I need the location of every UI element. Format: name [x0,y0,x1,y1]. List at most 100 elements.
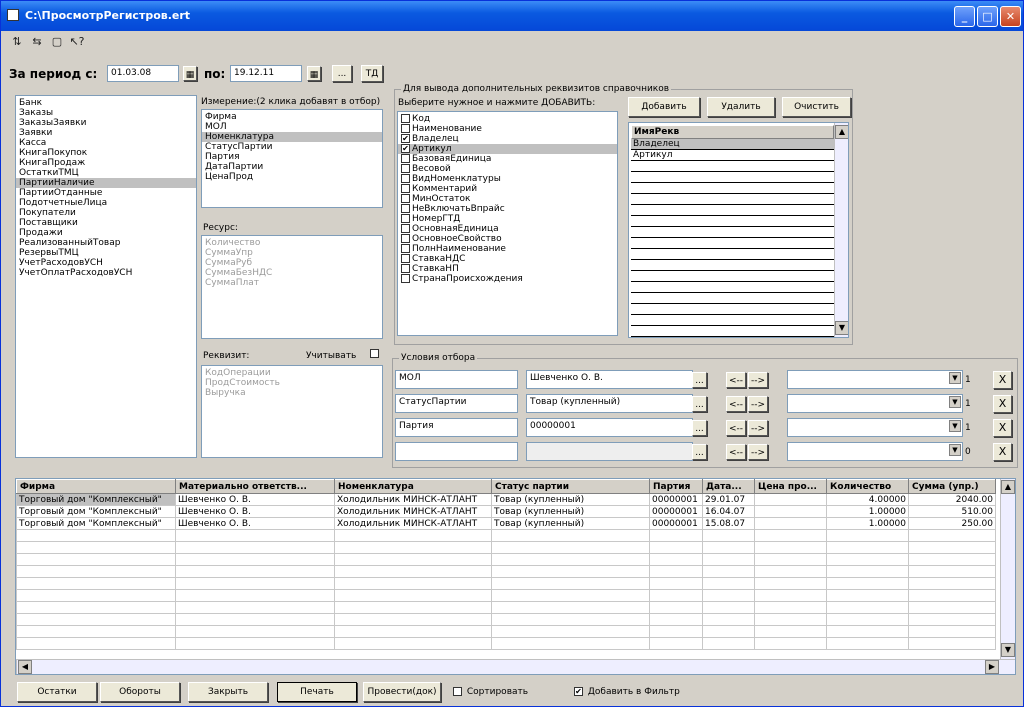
checkbox[interactable]: ✔ [401,134,410,143]
req-name-row[interactable] [631,161,834,172]
extra-requisite-item[interactable]: Код [398,114,617,124]
table-cell[interactable] [826,637,909,650]
req-name-row[interactable] [631,326,834,337]
table-cell[interactable] [754,493,827,506]
table-row[interactable] [16,637,996,650]
filter-value-field[interactable]: 00000001 [526,418,693,437]
table-cell[interactable]: 15.08.07 [702,517,755,530]
table-cell[interactable] [826,565,909,578]
table-cell[interactable] [334,541,492,554]
filter-name-field[interactable]: СтатусПартии [395,394,518,413]
table-cell[interactable] [649,625,703,638]
req-name-row[interactable] [631,227,834,238]
table-cell[interactable] [702,589,755,602]
dimension-item[interactable]: Партия [202,152,382,162]
table-cell[interactable] [908,565,996,578]
register-item[interactable]: РезервыТМЦ [16,248,196,258]
calendar-from-icon[interactable]: ▦ [183,66,197,81]
chevron-down-icon[interactable]: ▼ [949,444,961,456]
results-grid[interactable]: Фирма Материально ответств... Номенклатура… [15,478,1016,675]
resource-item[interactable]: Количество [202,238,382,248]
table-cell[interactable] [334,553,492,566]
table-cell[interactable] [702,553,755,566]
extra-requisite-item[interactable]: СтранаПроисхождения [398,274,617,284]
table-cell[interactable] [702,601,755,614]
grid-column-header[interactable]: Сумма (упр.) [908,479,996,494]
grid-column-header[interactable]: Фирма [16,479,176,494]
table-row[interactable] [16,589,996,602]
requisite-list[interactable]: КодОперации ПродСтоимость Выручка [201,365,383,458]
extra-requisite-item[interactable]: Комментарий [398,184,617,194]
table-cell[interactable] [649,529,703,542]
filter-right-button[interactable]: --> [748,372,768,388]
resource-item[interactable]: СуммаПлат [202,278,382,288]
turnover-button[interactable]: Обороты [100,682,180,702]
table-cell[interactable] [754,541,827,554]
table-cell[interactable] [491,577,650,590]
maximize-button[interactable]: □ [977,6,998,27]
grid-scroll-up-icon[interactable]: ▲ [1001,480,1015,494]
chevron-down-icon[interactable]: ▼ [949,396,961,408]
table-cell[interactable]: Товар (купленный) [491,517,650,530]
table-cell[interactable] [175,541,335,554]
table-cell[interactable] [16,553,176,566]
filter-dots-button[interactable]: ... [692,396,707,412]
table-cell[interactable]: Торговый дом "Комплексный" [16,517,176,530]
register-item[interactable]: ЗаказыЗаявки [16,118,196,128]
table-cell[interactable] [754,517,827,530]
resource-item[interactable]: СуммаБезНДС [202,268,382,278]
extra-requisite-item[interactable]: ✔ Артикул [398,144,617,154]
filter-value-field[interactable]: Шевченко О. В. [526,370,693,389]
table-cell[interactable] [908,541,996,554]
register-item[interactable]: УчетОплатРасходовУСН [16,268,196,278]
register-item[interactable]: ПартииОтданные [16,188,196,198]
table-cell[interactable] [908,637,996,650]
table-cell[interactable] [826,529,909,542]
period-more-button[interactable]: ... [332,65,352,82]
table-cell[interactable] [491,637,650,650]
print-button[interactable]: Печать [277,682,357,702]
table-cell[interactable]: 1.00000 [826,517,909,530]
delete-button[interactable]: Удалить [707,97,775,117]
filter-dropdown[interactable]: ▼ [787,418,963,437]
table-cell[interactable] [649,613,703,626]
register-item[interactable]: УчетРасходовУСН [16,258,196,268]
grid-column-header[interactable]: Количество [826,479,909,494]
table-cell[interactable] [334,601,492,614]
filter-dots-button[interactable]: ... [692,444,707,460]
table-cell[interactable] [175,529,335,542]
filter-left-button[interactable]: <-- [726,396,746,412]
table-cell[interactable] [754,601,827,614]
minimize-button[interactable]: _ [954,6,975,27]
table-cell[interactable] [826,541,909,554]
filter-dropdown[interactable]: ▼ [787,370,963,389]
table-row[interactable]: Торговый дом "Комплексный" Шевченко О. В.… [16,493,996,506]
table-row[interactable]: Торговый дом "Комплексный" Шевченко О. В.… [16,517,996,530]
table-cell[interactable] [16,613,176,626]
req-name-row[interactable] [631,304,834,315]
register-item[interactable]: КнигаПокупок [16,148,196,158]
extra-requisite-item[interactable]: НомерГТД [398,214,617,224]
checkbox[interactable] [401,114,410,123]
chevron-down-icon[interactable]: ▼ [949,372,961,384]
register-item[interactable]: Заказы [16,108,196,118]
register-item[interactable]: Банк [16,98,196,108]
checkbox[interactable]: ✔ [401,144,410,153]
table-cell[interactable] [491,565,650,578]
dimension-item[interactable]: ЦенаПрод [202,172,382,182]
table-cell[interactable] [334,637,492,650]
checkbox[interactable] [401,154,410,163]
checkbox[interactable] [401,274,410,283]
table-cell[interactable] [175,589,335,602]
table-cell[interactable] [491,589,650,602]
table-cell[interactable] [334,625,492,638]
scroll-down-icon[interactable]: ▼ [835,321,848,335]
filter-name-field[interactable] [395,442,518,461]
grid-scroll-left-icon[interactable]: ◀ [18,660,32,674]
req-name-row[interactable] [631,183,834,194]
extra-requisite-item[interactable]: ПолнНаименование [398,244,617,254]
register-item[interactable]: Поставщики [16,218,196,228]
req-table-scrollbar[interactable]: ▲ ▼ [834,123,848,337]
filter-left-button[interactable]: <-- [726,420,746,436]
table-cell[interactable] [702,613,755,626]
